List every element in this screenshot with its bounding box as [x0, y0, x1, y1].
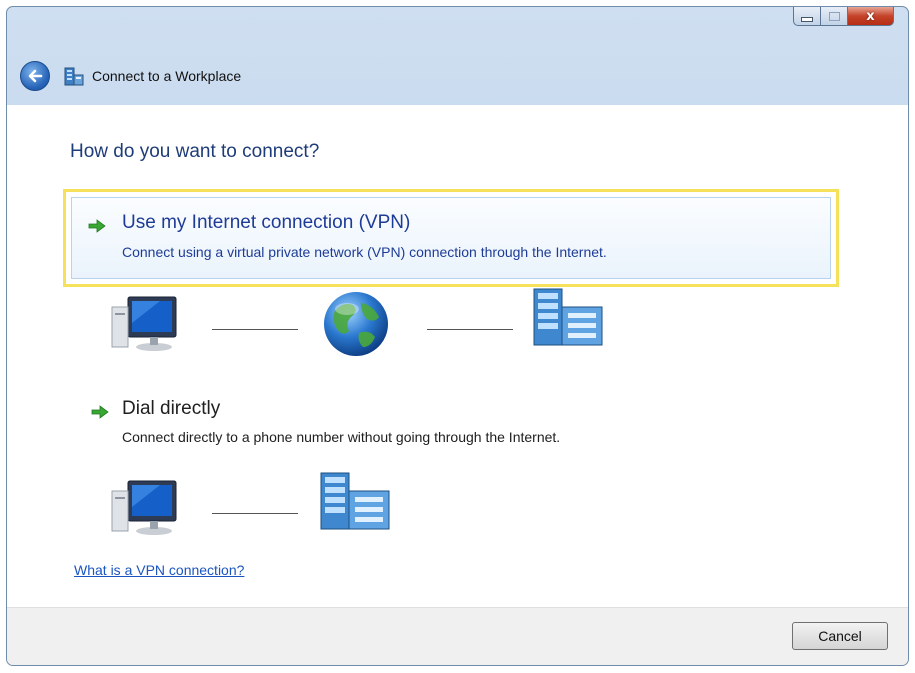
dialog-window: x Connect to a Workplace How do you want… — [6, 6, 909, 666]
workplace-server-icon — [533, 288, 603, 346]
minimize-button[interactable] — [793, 7, 821, 26]
vpn-option-title: Use my Internet connection (VPN) — [122, 212, 411, 233]
minimize-icon — [801, 16, 813, 22]
window-title: Connect to a Workplace — [92, 68, 242, 84]
vpn-option-description: Connect using a virtual private network … — [122, 244, 607, 260]
back-button[interactable] — [20, 61, 50, 91]
content-area: How do you want to connect? Use my Inter… — [7, 105, 908, 607]
green-arrow-icon — [88, 219, 106, 233]
dial-option-description: Connect directly to a phone number witho… — [122, 429, 561, 445]
connector-line — [427, 329, 513, 330]
dial-option-title: Dial directly — [122, 398, 221, 419]
caption-buttons: x — [793, 7, 894, 26]
computer-icon — [111, 480, 177, 535]
cancel-button[interactable]: Cancel — [792, 622, 888, 650]
green-arrow-icon — [91, 405, 109, 419]
connector-line — [212, 329, 298, 330]
vpn-option-highlight: Use my Internet connection (VPN) Connect… — [63, 189, 839, 287]
close-button[interactable]: x — [848, 7, 894, 26]
header-bar: Connect to a Workplace — [7, 47, 908, 105]
connector-line — [212, 513, 298, 514]
vpn-help-link[interactable]: What is a VPN connection? — [74, 562, 244, 578]
computer-icon — [111, 296, 177, 351]
close-icon: x — [866, 8, 875, 24]
globe-icon — [324, 292, 388, 356]
maximize-button[interactable] — [821, 7, 848, 26]
workplace-icon — [64, 67, 84, 86]
back-arrow-icon — [28, 69, 43, 83]
maximize-icon — [828, 11, 840, 21]
workplace-server-icon — [320, 472, 390, 530]
dial-option[interactable]: Dial directly Connect directly to a phon… — [81, 395, 721, 447]
footer-bar: Cancel — [7, 607, 908, 665]
page-heading: How do you want to connect? — [70, 141, 320, 162]
vpn-option[interactable]: Use my Internet connection (VPN) Connect… — [71, 197, 831, 279]
